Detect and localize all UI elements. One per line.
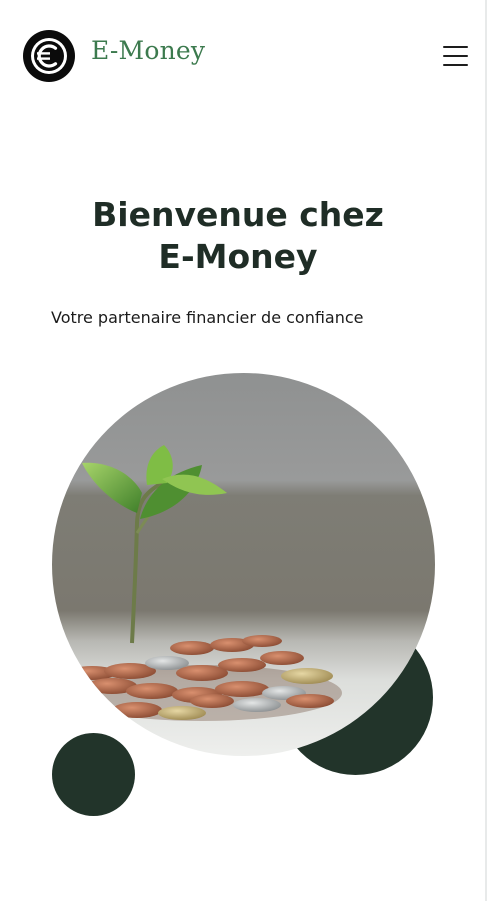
brand-name[interactable]: E-Money	[91, 36, 205, 65]
hamburger-menu-icon[interactable]	[443, 44, 469, 68]
menu-bar	[443, 64, 468, 66]
hero-subtitle: Votre partenaire financier de confiance	[51, 308, 364, 327]
page-title-line1: Bienvenue chez	[92, 195, 384, 234]
euro-coin-icon	[23, 30, 75, 82]
site-header: E-Money	[0, 0, 487, 110]
hero-image	[52, 373, 435, 756]
menu-bar	[443, 46, 468, 48]
page-title: Bienvenue chez E-Money	[0, 194, 476, 278]
plant-on-coins-image	[52, 373, 435, 756]
logo[interactable]	[22, 29, 76, 83]
menu-bar	[443, 55, 468, 57]
decorative-circle-small	[52, 733, 135, 816]
page-title-line2: E-Money	[158, 237, 318, 276]
